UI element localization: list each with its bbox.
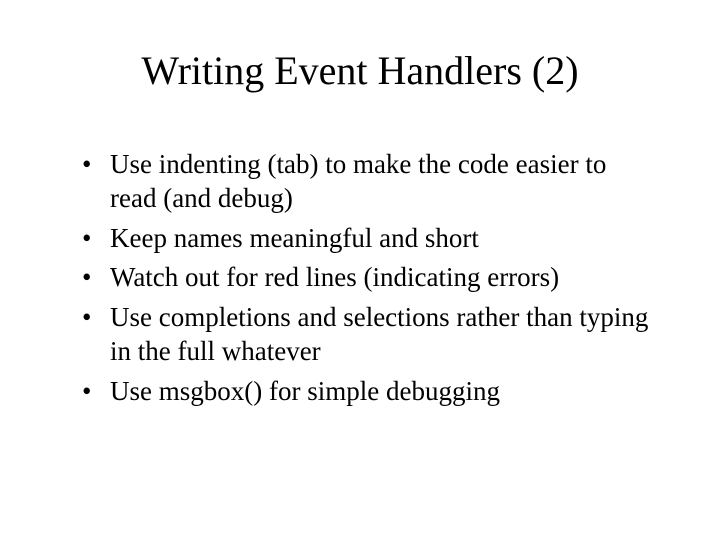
list-item: Use completions and selections rather th…	[94, 301, 656, 369]
slide-title: Writing Event Handlers (2)	[64, 48, 656, 94]
list-item: Watch out for red lines (indicating erro…	[94, 261, 656, 295]
list-item: Use msgbox() for simple debugging	[94, 375, 656, 409]
slide: Writing Event Handlers (2) Use indenting…	[0, 0, 720, 540]
list-item: Use indenting (tab) to make the code eas…	[94, 148, 656, 216]
list-item: Keep names meaningful and short	[94, 222, 656, 256]
bullet-list: Use indenting (tab) to make the code eas…	[64, 148, 656, 408]
